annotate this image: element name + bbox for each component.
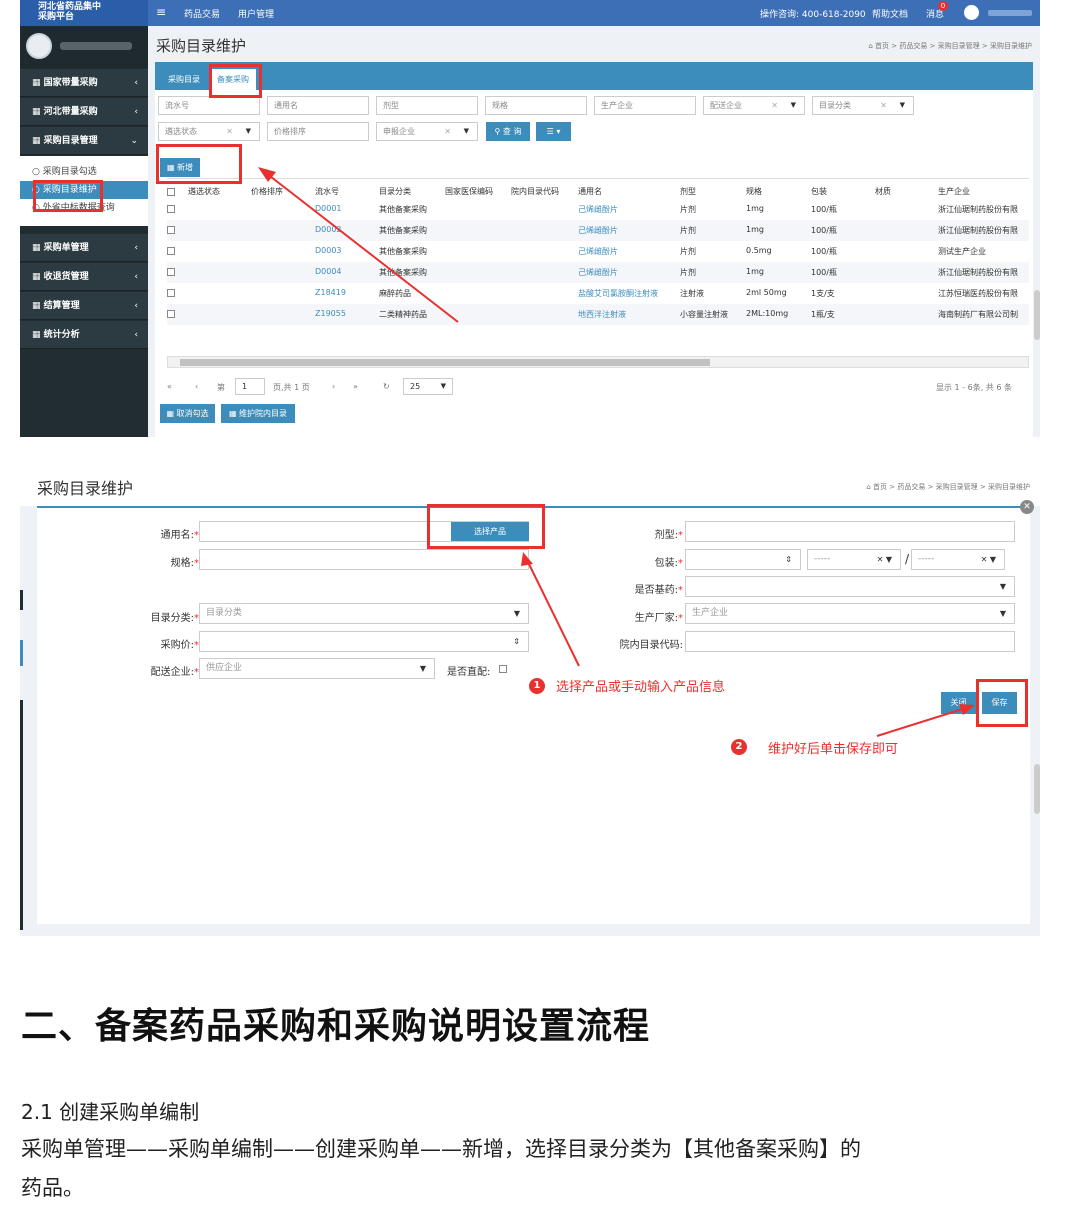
body-line-2: 药品。 — [21, 1176, 84, 1200]
arrow-annotations — [521, 552, 975, 737]
screenshot-catalog-list: 河北省药品集中 采购平台 ≡ 药品交易 用户管理 操作咨询: 400-618-2… — [20, 0, 1040, 437]
subsection-heading: 2.1 创建采购单编制 — [21, 1100, 200, 1124]
sidebar-edge — [20, 700, 23, 930]
page-scroll-handle[interactable] — [1034, 764, 1040, 814]
arrow-annotation — [258, 167, 459, 323]
breadcrumb: ⌂ 首页 > 药品交易 > 采购目录管理 > 采购目录维护 — [866, 483, 1030, 491]
page-scroll-handle[interactable] — [1034, 290, 1040, 340]
maintain-form: ✕ 通用名:* 选择产品 规格:* 目录分类:* 目录分类 ▼ 采购价:* ⇕ 配… — [37, 500, 1034, 924]
sidebar-edge — [20, 640, 23, 666]
screenshot-maintain-form: 采购目录维护 ⌂ 首页 > 药品交易 > 采购目录管理 > 采购目录维护 ✕ 通… — [20, 460, 1040, 936]
page-title: 采购目录维护 — [37, 479, 134, 498]
section-heading: 二、备案药品采购和采购说明设置流程 — [21, 1006, 651, 1047]
body-line-1: 采购单管理——采购单编制——创建采购单——新增，选择目录分类为【其他备案采购】的 — [21, 1137, 861, 1161]
sidebar-edge — [20, 590, 23, 610]
